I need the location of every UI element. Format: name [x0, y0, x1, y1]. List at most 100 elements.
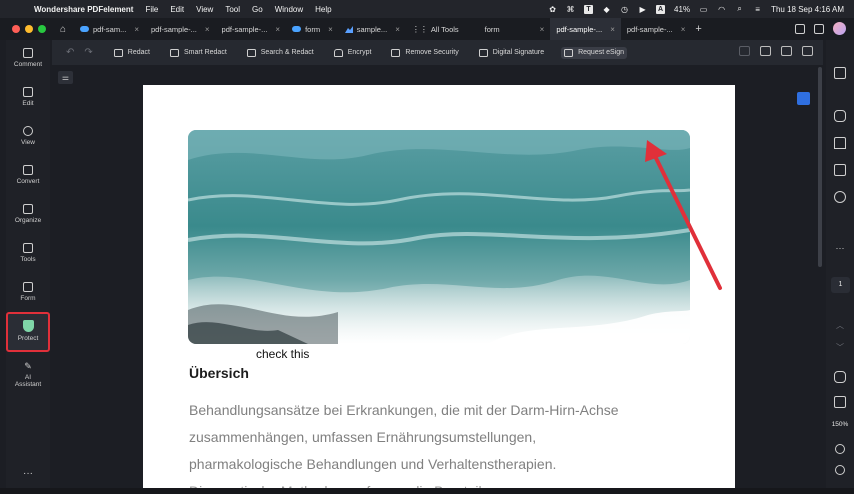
sidebar-item-label: View — [21, 139, 35, 146]
document-page[interactable]: check this Übersich Behandlungsansätze b… — [143, 85, 735, 488]
menu-file[interactable]: File — [145, 5, 158, 14]
chat-icon[interactable] — [834, 110, 846, 122]
ai-side-icon[interactable] — [797, 92, 810, 105]
remove-security-button[interactable]: Remove Security — [388, 47, 461, 59]
shortcuts-icon[interactable]: ⌘ — [566, 5, 575, 14]
a-app-icon[interactable]: A — [656, 4, 666, 14]
close-window-button[interactable] — [12, 25, 20, 33]
bookmark-icon[interactable] — [834, 137, 846, 149]
encrypt-button[interactable]: Encrypt — [331, 47, 375, 59]
avatar[interactable] — [833, 22, 846, 35]
right-sidebar: ··· 1 ︿ ﹀ 150% — [826, 40, 854, 488]
smart-redact-button[interactable]: Smart Redact — [167, 47, 230, 59]
search-redact-icon — [246, 48, 256, 57]
zoom-level[interactable]: 150% — [826, 421, 854, 428]
settings-sliders-icon[interactable]: ⚌ — [58, 71, 73, 84]
sidebar-item-comment[interactable]: Comment — [6, 48, 50, 68]
hand-icon[interactable] — [834, 371, 846, 383]
chevron-up-icon[interactable]: ︿ — [826, 320, 854, 331]
tab-2[interactable]: pdf-sample-... × — [145, 18, 216, 40]
menu-window[interactable]: Window — [275, 5, 303, 14]
more-icon[interactable]: ··· — [826, 243, 854, 253]
vertical-scrollbar[interactable] — [817, 65, 823, 488]
tab-close-icon[interactable]: × — [275, 25, 280, 34]
request-esign-button[interactable]: Request eSign — [561, 46, 628, 59]
share-icon[interactable] — [781, 46, 792, 56]
thumbnails-icon[interactable] — [834, 164, 846, 176]
device-icon[interactable] — [814, 23, 824, 34]
redact-icon — [113, 48, 123, 57]
save-icon[interactable] — [739, 46, 750, 56]
scrollbar-thumb[interactable] — [818, 67, 822, 267]
menu-datetime[interactable]: Thu 18 Sep 4:16 AM — [771, 5, 844, 14]
tab-label: form — [305, 24, 321, 34]
tab-9[interactable]: pdf-sample-... × — [621, 18, 692, 40]
text-annotation[interactable]: check this — [256, 347, 309, 361]
menu-help[interactable]: Help — [315, 5, 331, 14]
sidebar-item-form[interactable]: Form — [6, 282, 50, 302]
tab-4[interactable]: form × — [286, 18, 339, 40]
tab-5[interactable]: sample... × — [339, 18, 406, 40]
menu-edit[interactable]: Edit — [170, 5, 184, 14]
section-heading: Übersich — [189, 365, 249, 381]
tab-close-icon[interactable]: × — [205, 25, 210, 34]
sidebar-item-tools[interactable]: Tools — [6, 243, 50, 263]
fan-icon[interactable]: ✿ — [548, 5, 557, 14]
tab-close-icon[interactable]: × — [328, 25, 333, 34]
tab-close-icon[interactable]: × — [134, 25, 139, 34]
menu-go[interactable]: Go — [252, 5, 263, 14]
menu-app-name[interactable]: Wondershare PDFelement — [34, 5, 133, 14]
sidebar-item-convert[interactable]: Convert — [6, 165, 50, 185]
menu-tool[interactable]: Tool — [225, 5, 240, 14]
sidebar-item-ai-assistant[interactable]: ✎ AI Assistant — [6, 361, 50, 388]
attachment-icon[interactable] — [834, 191, 846, 203]
home-icon[interactable]: ⌂ — [60, 24, 74, 35]
zoom-out-icon[interactable] — [835, 465, 845, 475]
print-icon[interactable] — [760, 46, 771, 56]
page-number[interactable]: 1 — [831, 277, 850, 293]
tab-label: All Tools — [430, 24, 459, 34]
tab-3[interactable]: pdf-sample-... × — [216, 18, 287, 40]
sidebar-item-label: Protect — [17, 335, 39, 342]
fit-page-icon[interactable] — [834, 396, 846, 408]
tab-close-icon[interactable]: × — [681, 25, 686, 34]
digital-signature-button[interactable]: Digital Signature — [476, 47, 547, 59]
new-tab-button[interactable]: + — [695, 23, 701, 35]
chevron-down-icon[interactable]: ﹀ — [826, 342, 854, 353]
menu-view[interactable]: View — [196, 5, 213, 14]
clock-icon[interactable]: ◷ — [620, 5, 629, 14]
zoom-window-button[interactable] — [38, 25, 46, 33]
body-paragraph: Behandlungsansätze bei Erkrankungen, die… — [189, 397, 709, 488]
t-app-icon[interactable]: T — [584, 4, 594, 14]
sidebar-item-protect[interactable]: Protect — [6, 312, 50, 352]
search-icon[interactable]: ⌕ — [735, 4, 744, 14]
undo-icon[interactable]: ↶ — [66, 47, 74, 58]
smart-redact-icon — [169, 48, 179, 57]
document-canvas[interactable]: check this Übersich Behandlungsansätze b… — [52, 85, 816, 488]
wifi-icon[interactable]: ◠ — [717, 5, 726, 14]
play-icon[interactable]: ▶ — [638, 5, 647, 14]
minimize-window-button[interactable] — [25, 25, 33, 33]
sidebar-item-view[interactable]: View — [6, 126, 50, 146]
cloud-icon — [80, 26, 89, 32]
battery-icon[interactable]: ▭ — [699, 5, 708, 14]
tab-7[interactable]: form × — [465, 18, 551, 40]
sidebar-item-edit[interactable]: Edit — [6, 87, 50, 107]
tab-close-icon[interactable]: × — [395, 25, 400, 34]
dropbox-icon[interactable]: ◆ — [602, 5, 611, 14]
more-icon[interactable]: ··· — [6, 468, 50, 479]
redo-icon[interactable]: ↷ — [84, 47, 92, 58]
tab-1[interactable]: pdf-sam... × — [74, 18, 145, 40]
tab-active[interactable]: pdf-sample-... × — [550, 18, 621, 40]
tab-close-icon[interactable]: × — [610, 25, 615, 34]
zoom-in-icon[interactable] — [835, 444, 845, 454]
notification-icon[interactable] — [795, 23, 805, 34]
control-center-icon[interactable]: ≡ — [753, 5, 762, 14]
redact-button[interactable]: Redact — [111, 47, 153, 59]
tab-close-icon[interactable]: × — [540, 25, 545, 34]
sidebar-item-organize[interactable]: Organize — [6, 204, 50, 224]
tab-all-tools[interactable]: ⋮⋮ All Tools — [406, 18, 465, 40]
cloud-upload-icon[interactable] — [802, 46, 813, 56]
search-redact-button[interactable]: Search & Redact — [244, 47, 317, 59]
panel-icon[interactable] — [834, 67, 846, 79]
